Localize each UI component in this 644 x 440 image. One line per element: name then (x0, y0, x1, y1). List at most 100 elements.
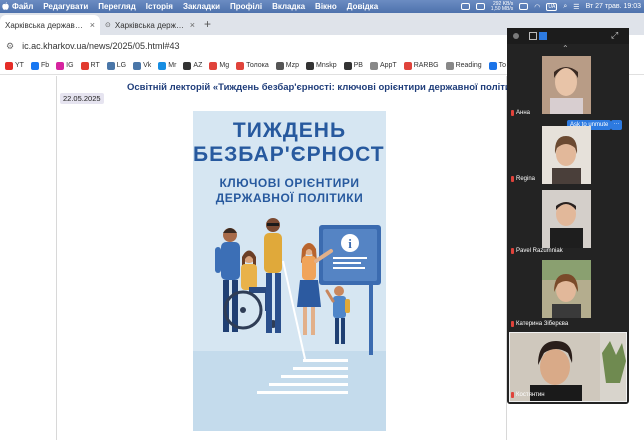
bookmark-label: Vk (143, 62, 152, 69)
bookmark-item[interactable]: To (488, 61, 507, 70)
menu-file[interactable]: Файл (12, 2, 33, 11)
close-tab-icon[interactable]: × (90, 20, 95, 30)
participant-tile-active-speaker[interactable]: Костянтин (507, 330, 629, 402)
menu-bookmarks[interactable]: Закладки (183, 2, 220, 11)
menu-tab[interactable]: Вкладка (272, 2, 305, 11)
participant-name: Pavel Razumniak (511, 248, 563, 254)
bookmark-favicon-icon (445, 61, 454, 70)
bookmark-label: AZ (193, 62, 203, 69)
bookmark-favicon-icon (305, 61, 314, 70)
bookmark-item[interactable]: Mzp (275, 61, 299, 70)
menu-view[interactable]: Перегляд (98, 2, 136, 11)
muted-mic-icon (511, 321, 514, 327)
bookmark-item[interactable]: Fb (30, 61, 50, 70)
tab-favicon-icon: ⊙ (105, 22, 111, 29)
accessibility-week-poster: ТИЖДЕНЬ БЕЗБАР'ЄРНОСТІ КЛЮЧОВІ ОРІЄНТИРИ… (193, 111, 386, 431)
participant-video (542, 56, 591, 114)
bookmark-item[interactable]: AppT (369, 61, 397, 70)
menu-window[interactable]: Вікно (315, 2, 337, 11)
bookmark-favicon-icon (106, 61, 115, 70)
close-tab-icon[interactable]: × (190, 20, 195, 30)
menu-help[interactable]: Довідка (347, 2, 378, 11)
bookmark-favicon-icon (403, 61, 412, 70)
bookmark-label: RT (90, 62, 100, 69)
participant-video (542, 260, 591, 318)
bookmark-favicon-icon (30, 61, 39, 70)
bookmark-label: Mzp (285, 62, 299, 69)
poster-title-line2: БЕЗБАР'ЄРНОСТІ (193, 143, 386, 166)
tab-title: Харківська державна акаде (5, 20, 86, 30)
participant-video (542, 126, 591, 184)
menu-profiles[interactable]: Профілі (230, 2, 262, 11)
content-divider-left (56, 76, 57, 440)
bookmark-favicon-icon (275, 61, 284, 70)
bookmark-label: To (498, 62, 507, 69)
clock[interactable]: Вт 27 трав. 19:03 (586, 3, 641, 10)
muted-mic-icon (511, 110, 514, 116)
fullscreen-icon[interactable]: ⤢ (611, 30, 618, 41)
gallery-view-icon[interactable] (529, 32, 537, 40)
bookmark-item[interactable]: PB (343, 61, 363, 70)
menubar-status-area: 292 KB/s 1,50 MB/s ◠ UA ⌕ ☰ Вт 27 трав. … (460, 0, 641, 13)
bookmark-item[interactable]: YT (5, 61, 24, 70)
bookmark-favicon-icon (5, 61, 13, 70)
participant-tile[interactable]: Анна (507, 54, 629, 119)
site-info-icon[interactable]: ⚙ (6, 41, 14, 52)
muted-mic-icon (511, 392, 514, 398)
bookmark-item[interactable]: Mg (209, 61, 230, 70)
zoom-video-panel[interactable]: ⤢ ⌃ Анна Ask to unmute ··· Regina Pavel … (507, 28, 629, 404)
bookmark-favicon-icon (209, 61, 218, 70)
bookmark-label: Fb (40, 62, 50, 69)
control-center-icon[interactable]: ☰ (573, 3, 579, 11)
bookmark-favicon-icon (369, 61, 378, 70)
participant-name: Костянтин (511, 392, 545, 398)
participant-name: Regina (511, 176, 535, 182)
zoom-close-icon[interactable] (513, 33, 519, 39)
url-text[interactable]: ic.ac.kharkov.ua/news/2025/05.html#43 (22, 41, 179, 51)
bookmark-item[interactable]: LG (106, 61, 127, 70)
network-speed: 292 KB/s 1,50 MB/s (490, 0, 514, 12)
bookmark-item[interactable]: Vk (133, 61, 152, 70)
bookmark-label: AppT (379, 62, 397, 69)
apple-icon[interactable] (2, 1, 12, 12)
tab-inactive[interactable]: ⊙ Харківська державна акаде × (100, 15, 200, 35)
tab-active[interactable]: Харківська державна акаде × (0, 15, 100, 35)
bookmark-label: PB (353, 62, 363, 69)
scroll-up-icon[interactable]: ⌃ (562, 44, 569, 53)
wifi-icon[interactable]: ◠ (534, 3, 540, 11)
screen-share-icon[interactable] (475, 3, 485, 10)
bookmark-label: RARBG (413, 62, 439, 69)
menu-edit[interactable]: Редагувати (43, 2, 88, 11)
bookmark-item[interactable]: RARBG (403, 61, 439, 70)
mac-menubar: Файл Редагувати Перегляд Історія Закладк… (0, 0, 644, 13)
tab-title: Харківська державна акаде (114, 20, 186, 30)
bookmark-label: LG (116, 62, 127, 69)
new-tab-button[interactable]: + (204, 17, 211, 31)
participant-tile[interactable]: Pavel Razumniak (507, 186, 629, 258)
muted-mic-icon (511, 248, 514, 254)
participant-video (542, 190, 591, 248)
language-indicator[interactable]: UA (546, 2, 558, 11)
battery-icon[interactable] (519, 3, 529, 10)
bookmark-label: Толока (246, 62, 269, 69)
article-headline: Освітній лекторій «Тиждень безбар'єрност… (127, 82, 522, 93)
zoom-status-icon[interactable] (460, 3, 470, 10)
bookmark-label: Reading (455, 62, 482, 69)
bookmark-item[interactable]: Толока (236, 61, 269, 70)
bookmark-item[interactable]: Mnskp (305, 61, 337, 70)
menu-history[interactable]: Історія (146, 2, 173, 11)
bookmark-label: Mg (219, 62, 230, 69)
bookmark-item[interactable]: IG (56, 61, 74, 70)
bookmark-label: Mr (168, 62, 177, 69)
bookmark-favicon-icon (158, 61, 167, 70)
search-icon[interactable]: ⌕ (563, 3, 567, 11)
bookmark-favicon-icon (236, 61, 245, 70)
speaker-view-icon[interactable] (539, 32, 547, 40)
poster-subtitle-line1: КЛЮЧОВІ ОРІЄНТИРИ (219, 176, 360, 190)
bookmark-item[interactable]: Mr (158, 61, 177, 70)
bookmark-item[interactable]: AZ (183, 61, 203, 70)
bookmark-item[interactable]: Reading (445, 61, 482, 70)
bookmark-item[interactable]: RT (80, 61, 100, 70)
participant-tile[interactable]: Regina (507, 122, 629, 186)
participant-tile[interactable]: Катерина Зіберєва (507, 258, 629, 330)
